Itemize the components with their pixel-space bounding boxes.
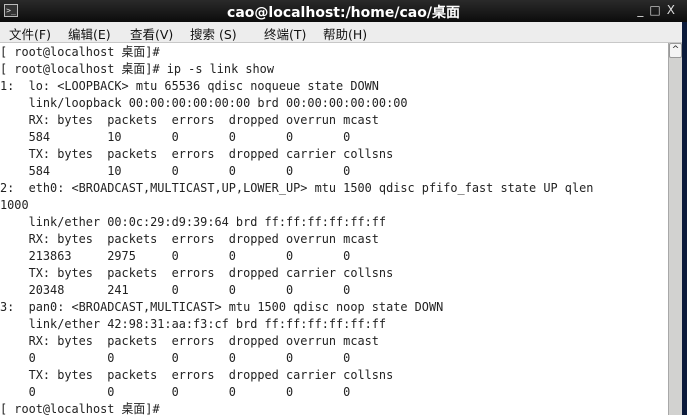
menu-edit[interactable]: 编辑(E): [68, 24, 111, 43]
minimize-icon[interactable]: _: [637, 3, 649, 17]
terminal-line: TX: bytes packets errors dropped carrier…: [0, 146, 394, 161]
terminal-line: 584 10 0 0 0 0: [0, 163, 351, 178]
terminal-line: 0 0 0 0 0 0: [0, 384, 351, 399]
window-title: cao@localhost:/home/cao/桌面: [227, 5, 460, 21]
window-controls: _□X: [637, 3, 681, 17]
menu-terminal[interactable]: 终端(T): [264, 24, 306, 43]
terminal-line: link/ether 00:0c:29:d9:39:64 brd ff:ff:f…: [0, 214, 387, 229]
terminal-line: [ root@localhost 桌面]#: [0, 44, 160, 59]
terminal-line: 3: pan0: <BROADCAST,MULTICAST> mtu 1500 …: [0, 299, 444, 314]
terminal-line: link/loopback 00:00:00:00:00:00 brd 00:0…: [0, 95, 408, 110]
terminal-output[interactable]: [ root@localhost 桌面]# [ root@localhost 桌面…: [0, 43, 668, 415]
terminal-line: [ root@localhost 桌面]# ip -s link show: [0, 61, 274, 76]
menu-search[interactable]: 搜索 (S): [190, 24, 237, 43]
terminal-line: [ root@localhost 桌面]#: [0, 401, 160, 415]
terminal-line: RX: bytes packets errors dropped overrun…: [0, 112, 379, 127]
title-bar: >_ cao@localhost:/home/cao/桌面 _□X: [0, 0, 687, 22]
terminal-line: 0 0 0 0 0 0: [0, 350, 351, 365]
close-icon[interactable]: X: [667, 3, 681, 17]
maximize-icon[interactable]: □: [649, 3, 666, 17]
terminal-line: link/ether 42:98:31:aa:f3:cf brd ff:ff:f…: [0, 316, 387, 331]
terminal-line: 2: eth0: <BROADCAST,MULTICAST,UP,LOWER_U…: [0, 180, 594, 195]
scrollbar[interactable]: ^: [668, 43, 682, 415]
terminal-line: 584 10 0 0 0 0: [0, 129, 351, 144]
terminal-line: RX: bytes packets errors dropped overrun…: [0, 333, 379, 348]
scroll-up-icon[interactable]: ^: [669, 43, 682, 58]
menu-file[interactable]: 文件(F): [9, 24, 51, 43]
menu-help[interactable]: 帮助(H): [323, 24, 367, 43]
menu-view[interactable]: 查看(V): [130, 24, 173, 43]
terminal-line: 1000: [0, 197, 29, 212]
terminal-line: 20348 241 0 0 0 0: [0, 282, 351, 297]
terminal-line: TX: bytes packets errors dropped carrier…: [0, 367, 394, 382]
terminal-line: TX: bytes packets errors dropped carrier…: [0, 265, 394, 280]
terminal-line: RX: bytes packets errors dropped overrun…: [0, 231, 379, 246]
window-border: [682, 22, 687, 415]
terminal-line: 213863 2975 0 0 0 0: [0, 248, 351, 263]
terminal-line: 1: lo: <LOOPBACK> mtu 65536 qdisc noqueu…: [0, 78, 379, 93]
menu-bar: 文件(F) 编辑(E) 查看(V) 搜索 (S) 终端(T) 帮助(H): [0, 22, 682, 43]
